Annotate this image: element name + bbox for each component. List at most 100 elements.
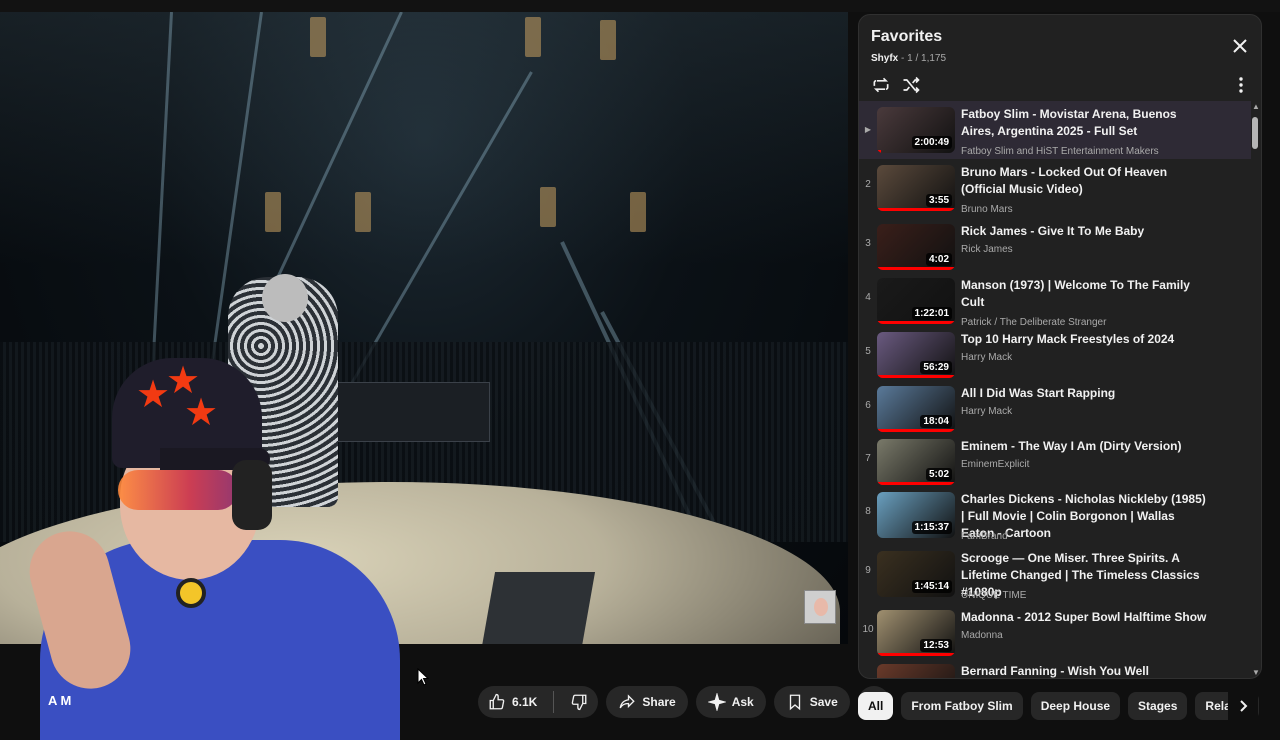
scroll-up-icon[interactable]: ▲ <box>1251 103 1261 111</box>
save-label: Save <box>809 695 838 709</box>
playlist-item-channel[interactable]: EminemExplicit <box>961 459 1029 470</box>
playlist-item-thumbnail[interactable]: 4:02 <box>877 224 955 270</box>
watch-progress-bar <box>877 482 955 485</box>
playlist-item-thumbnail[interactable]: 1:22:01 <box>877 278 955 324</box>
mouse-cursor-icon <box>417 668 429 686</box>
playlist-item[interactable]: 5 56:29 Top 10 Harry Mack Freestyles of 20… <box>859 326 1251 380</box>
related-chips: AllFrom Fatboy SlimDeep HouseStagesRelat… <box>858 692 1262 720</box>
playlist-item[interactable]: 4 1:22:01 Manson (1973) | Welcome To The F… <box>859 272 1251 328</box>
playlist-item-title[interactable]: Bernard Fanning - Wish You Well <box>961 663 1211 678</box>
duration-badge: 18:04 <box>920 415 952 428</box>
duration-badge: 5:02 <box>925 468 952 481</box>
star-icon: ★ <box>184 392 219 434</box>
playlist-scroll-thumb[interactable] <box>1252 117 1258 149</box>
thumb-down-icon <box>572 694 587 711</box>
scroll-down-icon[interactable]: ▼ <box>1251 669 1261 677</box>
playlist-item-index: 8 <box>865 506 871 517</box>
chips-next-button[interactable] <box>1228 692 1258 720</box>
playlist-item[interactable]: 9 1:45:14 Scrooge — One Miser. Three Spiri… <box>859 545 1251 603</box>
playlist-owner[interactable]: Shyfx <box>871 53 898 64</box>
like-button[interactable]: 6.1K <box>478 686 547 718</box>
watch-progress-bar <box>877 267 955 270</box>
playlist-item-title[interactable]: Manson (1973) | Welcome To The Family Cu… <box>961 277 1211 311</box>
playlist-item-thumbnail[interactable]: 5:02 <box>877 439 955 485</box>
chip-all[interactable]: All <box>858 692 894 720</box>
arena-lamp <box>355 192 371 232</box>
playlist-item-channel[interactable]: UNIQUE TIME <box>961 590 1026 601</box>
chip-from-fatboy-slim[interactable]: From Fatboy Slim <box>901 692 1023 720</box>
playlist-item-title[interactable]: Madonna - 2012 Super Bowl Halftime Show <box>961 609 1211 626</box>
share-label: Share <box>642 695 676 709</box>
arena-lamp <box>600 20 616 60</box>
playlist-item-channel[interactable]: Madonna <box>961 630 1003 641</box>
playlist-subtitle: Shyfx - 1 / 1,175 <box>871 53 946 64</box>
playlist-panel: Favorites Shyfx - 1 / 1,175 ▶ 2:00:49 Fatb… <box>858 14 1262 679</box>
playlist-item-channel[interactable]: Harry Mack <box>961 352 1012 363</box>
playlist-item-index: 7 <box>865 453 871 464</box>
ask-button[interactable]: Ask <box>695 686 766 718</box>
stage-speaker <box>480 572 596 644</box>
playlist-item-thumbnail[interactable] <box>877 664 955 678</box>
playlist-item-index: 10 <box>862 624 874 635</box>
playlist-title[interactable]: Favorites <box>871 28 942 46</box>
chip-stages[interactable]: Stages <box>1128 692 1188 720</box>
webcam-headset <box>232 460 272 530</box>
sparkle-icon <box>707 693 726 711</box>
arena-lamp <box>310 17 326 57</box>
playlist-item-thumbnail[interactable]: 1:45:14 <box>877 551 955 597</box>
duration-badge: 3:55 <box>925 194 952 207</box>
avatar <box>804 590 836 624</box>
playlist-item-thumbnail[interactable]: 18:04 <box>877 386 955 432</box>
arena-lamp <box>525 17 541 57</box>
playlist-item-title[interactable]: Rick James - Give It To Me Baby <box>961 223 1211 240</box>
playlist-item-channel[interactable]: FamBrand <box>961 531 1008 542</box>
playlist-item-channel[interactable]: Bruno Mars <box>961 204 1013 215</box>
duration-badge: 1:22:01 <box>911 307 952 320</box>
playlist-item-channel[interactable]: Harry Mack <box>961 406 1012 417</box>
more-vert-icon[interactable] <box>1233 75 1249 95</box>
playlist-scrollbar[interactable] <box>1251 101 1261 678</box>
playlist-item[interactable]: 10 12:53 Madonna - 2012 Super Bowl Halftim… <box>859 604 1251 658</box>
duration-badge: 2:00:49 <box>911 136 952 149</box>
dislike-button[interactable] <box>560 686 598 718</box>
chip-deep-house[interactable]: Deep House <box>1030 692 1121 720</box>
playlist-item[interactable]: 6 18:04 All I Did Was Start Rapping Harry M… <box>859 380 1251 434</box>
playlist-item[interactable]: 7 5:02 Eminem - The Way I Am (Dirty Versio… <box>859 433 1251 487</box>
top-bar <box>0 0 1280 12</box>
playlist-item[interactable]: 2 3:55 Bruno Mars - Locked Out Of Heaven (… <box>859 159 1251 217</box>
playlist-item-index: 6 <box>865 400 871 411</box>
playlist-item-title[interactable]: Eminem - The Way I Am (Dirty Version) <box>961 438 1211 455</box>
playlist-item[interactable]: 8 1:15:37 Charles Dickens - Nicholas Nickl… <box>859 486 1251 544</box>
playlist-item-title[interactable]: Fatboy Slim - Movistar Arena, Buenos Air… <box>961 106 1211 140</box>
share-button[interactable]: Share <box>606 686 688 718</box>
playlist-item-channel[interactable]: Fatboy Slim and HiST Entertainment Maker… <box>961 146 1159 157</box>
watch-progress-bar <box>877 321 955 324</box>
watch-progress-bar <box>877 150 881 153</box>
playlist-item-title[interactable]: All I Did Was Start Rapping <box>961 385 1211 402</box>
playlist-item-index: 5 <box>865 346 871 357</box>
webcam-sunglasses <box>118 470 238 510</box>
watch-progress-bar <box>877 208 955 211</box>
playlist-item-channel[interactable]: Rick James <box>961 244 1013 255</box>
playlist-item-index: 2 <box>865 179 871 190</box>
bookmark-icon <box>789 694 800 711</box>
chevron-right-icon <box>1240 700 1248 712</box>
playlist-item[interactable]: 3 4:02 Rick James - Give It To Me Baby Rick… <box>859 218 1251 272</box>
loop-icon[interactable] <box>871 75 891 95</box>
playlist-item-thumbnail[interactable]: 1:15:37 <box>877 492 955 538</box>
shuffle-icon[interactable] <box>901 75 921 95</box>
playlist-item[interactable]: 11 Bernard Fanning - Wish You Well <box>859 658 1251 678</box>
channel-name-fragment: A M <box>48 693 72 708</box>
playlist-item[interactable]: ▶ 2:00:49 Fatboy Slim - Movistar Arena, Bu… <box>859 101 1251 159</box>
playlist-item-thumbnail[interactable]: 56:29 <box>877 332 955 378</box>
playlist-item-thumbnail[interactable]: 3:55 <box>877 165 955 211</box>
playlist-item-title[interactable]: Top 10 Harry Mack Freestyles of 2024 <box>961 331 1211 348</box>
duration-badge: 1:45:14 <box>911 580 952 593</box>
close-icon[interactable] <box>1231 37 1249 55</box>
playlist-item-thumbnail[interactable]: 2:00:49 <box>877 107 955 153</box>
playlist-item-thumbnail[interactable]: 12:53 <box>877 610 955 656</box>
duration-badge: 56:29 <box>920 361 952 374</box>
playlist-item-title[interactable]: Bruno Mars - Locked Out Of Heaven (Offic… <box>961 164 1211 198</box>
watch-progress-bar <box>877 429 955 432</box>
save-button[interactable]: Save <box>773 686 850 718</box>
